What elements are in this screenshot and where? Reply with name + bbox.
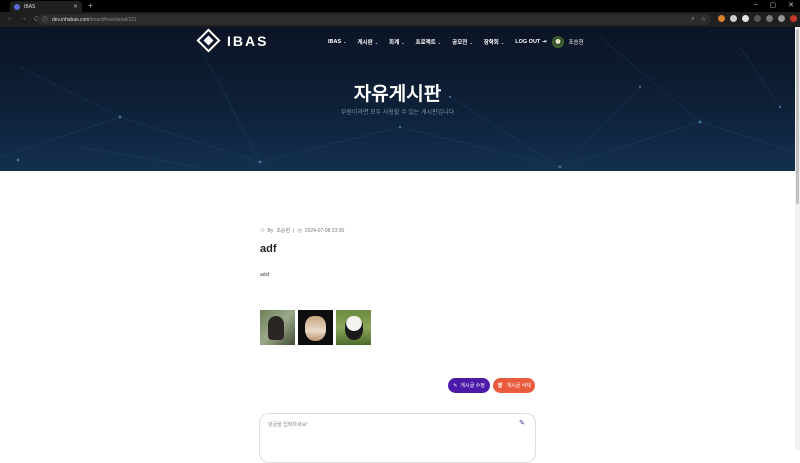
extension-icon[interactable] xyxy=(718,15,725,22)
url-text: dev.inhabas.com/board/free/detail/221 xyxy=(52,17,137,23)
ibas-logo-icon xyxy=(196,28,221,53)
hero-banner: IBAS IBAS ⌄ 게시판 ⌄ 회계 ⌄ 프로젝트 ⌄ 공모전 ⌄ 장학회 ⌄ LOG … xyxy=(0,27,795,171)
tab-title: IBAS xyxy=(24,3,36,10)
extension-icon[interactable] xyxy=(742,15,749,22)
browser-tab-bar: IBAS ✕ + – ▢ ✕ xyxy=(0,0,800,12)
site-info-icon[interactable]: ⓘ xyxy=(42,15,48,24)
back-icon[interactable]: ← xyxy=(6,15,13,23)
extensions-area xyxy=(718,15,800,22)
address-bar[interactable]: ⓘ dev.inhabas.com/board/free/detail/221 … xyxy=(37,14,711,25)
nav-item-label: IBAS xyxy=(328,39,342,45)
delete-post-button[interactable]: 🗑 게시글 삭제 xyxy=(493,378,535,393)
new-tab-button[interactable]: + xyxy=(88,1,93,10)
chevron-down-icon: ⌄ xyxy=(374,40,379,45)
logout-button[interactable]: LOG OUT ⇥ xyxy=(515,39,546,45)
nav-item-scholarship[interactable]: 장학회 ⌄ xyxy=(484,38,505,46)
chevron-down-icon: ⌄ xyxy=(437,40,442,45)
write-comment-icon[interactable]: ✎ xyxy=(519,419,525,427)
bear-photo[interactable] xyxy=(260,310,295,345)
post-body: adsf xyxy=(260,272,270,278)
extension-icon[interactable] xyxy=(766,15,773,22)
forward-icon[interactable]: → xyxy=(20,15,27,23)
site-logo[interactable]: IBAS xyxy=(196,28,269,53)
edit-post-label: 게시글 수정 xyxy=(460,383,485,389)
post-title: adf xyxy=(260,243,277,255)
nav-item-label: 장학회 xyxy=(483,40,499,46)
author-prefix: By xyxy=(267,227,274,234)
meta-separator: | xyxy=(293,227,295,234)
post-images xyxy=(260,310,371,345)
post-meta: ⚇ By 조승현 | ◷ 2024-07-08 23:30 xyxy=(260,227,345,235)
extension-icon[interactable] xyxy=(754,15,761,22)
browser-tab[interactable]: IBAS ✕ xyxy=(10,1,82,12)
extension-icon[interactable] xyxy=(778,15,785,22)
edit-post-button[interactable]: ✎ 게시글 수정 xyxy=(448,378,490,393)
delete-post-label: 게시글 삭제 xyxy=(506,383,531,389)
address-bar-actions: ⌕ ☆ xyxy=(691,16,706,23)
nav-item-label: 회계 xyxy=(389,40,400,46)
logo-text: IBAS xyxy=(227,32,269,49)
page-title: 자유게시판 xyxy=(353,84,442,105)
page-scrollbar[interactable] xyxy=(795,27,800,450)
logout-icon: ⇥ xyxy=(541,39,547,45)
close-window-button[interactable]: ✕ xyxy=(788,1,794,9)
close-tab-icon[interactable]: ✕ xyxy=(73,3,78,10)
user-name[interactable]: 조승현 xyxy=(568,38,583,46)
nav-item-contest[interactable]: 공모전 ⌄ xyxy=(452,38,473,46)
post-date: 2024-07-08 23:30 xyxy=(304,227,345,234)
pencil-icon: ✎ xyxy=(453,382,458,389)
nav-item-accounting[interactable]: 회계 ⌄ xyxy=(389,38,404,46)
comment-box[interactable]: 댓글을 입력하세요! ✎ xyxy=(259,413,536,463)
page-subtitle: 부원이라면 모두 사용할 수 있는 게시판입니다 xyxy=(340,110,455,116)
chevron-down-icon: ⌄ xyxy=(469,40,473,45)
zoom-icon[interactable]: ⌕ xyxy=(691,16,694,23)
clock-icon: ◷ xyxy=(297,227,302,234)
chevron-down-icon: ⌄ xyxy=(401,40,405,45)
scrollbar-thumb[interactable] xyxy=(796,29,799,204)
bookmark-star-icon[interactable]: ☆ xyxy=(701,16,706,23)
nav-item-board[interactable]: 게시판 ⌄ xyxy=(358,38,379,46)
minimize-button[interactable]: – xyxy=(754,1,758,9)
url-path: /board/free/detail/221 xyxy=(89,16,137,23)
nav-item-label: 프로젝트 xyxy=(415,40,436,46)
url-domain: dev.inhabas.com xyxy=(52,16,90,23)
post-author: 조승현 xyxy=(276,228,291,234)
user-avatar[interactable] xyxy=(552,36,565,48)
cat-photo[interactable] xyxy=(298,310,333,345)
profile-avatar-icon[interactable] xyxy=(790,15,797,22)
panda-photo[interactable] xyxy=(336,310,371,345)
site-favicon-icon xyxy=(14,3,20,10)
extension-icon[interactable] xyxy=(730,15,737,22)
chevron-down-icon: ⌄ xyxy=(500,40,505,45)
user-icon: ⚇ xyxy=(260,227,265,234)
logout-label: LOG OUT xyxy=(515,39,541,45)
browser-toolbar: ← → ⟳ ⓘ dev.inhabas.com/board/free/detai… xyxy=(0,12,800,27)
window-controls: – ▢ ✕ xyxy=(754,1,794,9)
trash-icon: 🗑 xyxy=(497,382,504,389)
nav-item-label: 게시판 xyxy=(357,40,373,46)
nav-item-project[interactable]: 프로젝트 ⌄ xyxy=(416,38,442,46)
main-nav: IBAS ⌄ 게시판 ⌄ 회계 ⌄ 프로젝트 ⌄ 공모전 ⌄ 장학회 ⌄ LOG OUT ⇥… xyxy=(328,36,584,48)
chevron-down-icon: ⌄ xyxy=(343,39,347,44)
comment-input[interactable]: 댓글을 입력하세요! xyxy=(268,421,308,428)
nav-item-label: 공모전 xyxy=(452,40,468,46)
maximize-button[interactable]: ▢ xyxy=(770,1,777,9)
nav-buttons: ← → ⟳ xyxy=(6,15,40,23)
nav-item-ibas[interactable]: IBAS ⌄ xyxy=(328,39,347,45)
